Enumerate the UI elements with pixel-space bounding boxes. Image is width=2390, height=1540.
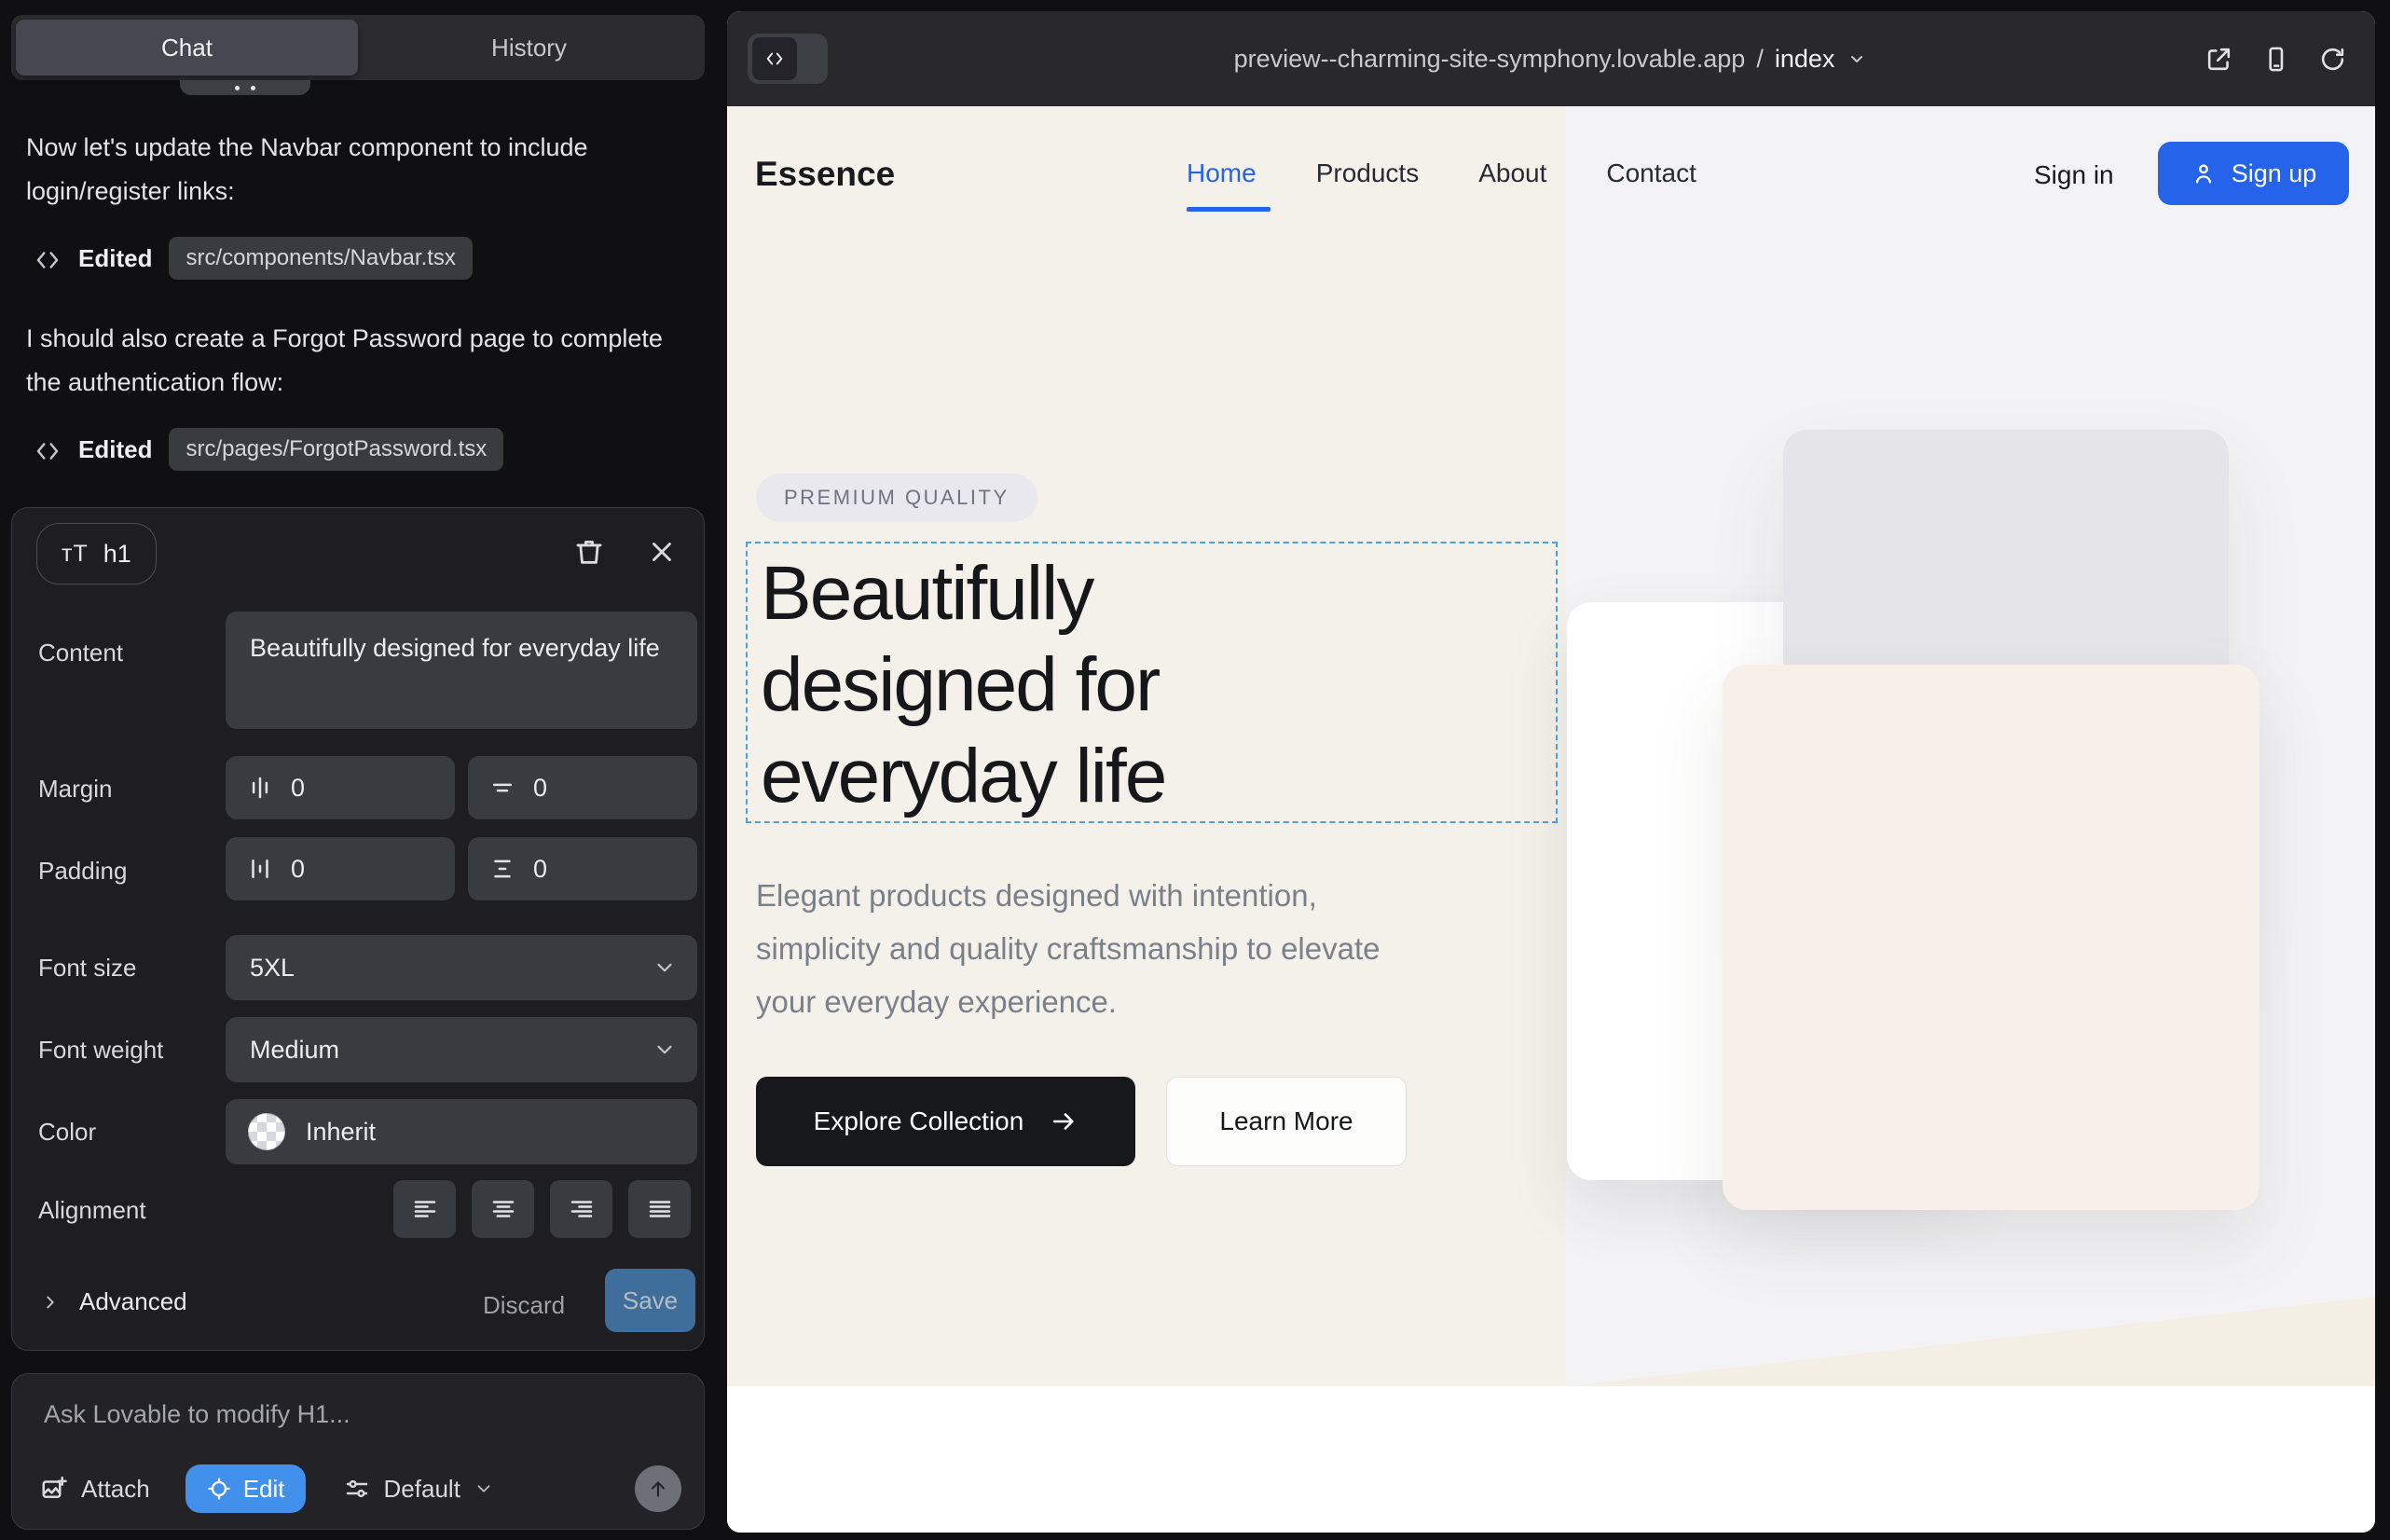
active-nav-underline — [1187, 207, 1271, 212]
composer-toolbar: Attach Edit Default — [40, 1464, 681, 1514]
edited-file-row: Edited src/components/Navbar.tsx — [34, 237, 473, 280]
chevron-right-icon — [40, 1292, 61, 1313]
code-icon — [34, 246, 62, 270]
margin-label: Margin — [38, 775, 112, 804]
align-center-button[interactable] — [472, 1180, 534, 1238]
edit-mode-button[interactable]: Edit — [185, 1464, 306, 1513]
align-justify-button[interactable] — [628, 1180, 691, 1238]
edited-file-chip[interactable]: src/components/Navbar.tsx — [169, 237, 472, 280]
scrolled-chip-partial — [180, 80, 310, 95]
margin-vertical-icon — [488, 774, 516, 802]
close-panel-button[interactable] — [646, 536, 678, 568]
element-tag: h1 — [103, 540, 131, 569]
chat-history-tabs: Chat History — [11, 15, 705, 80]
advanced-toggle[interactable]: Advanced — [40, 1287, 187, 1316]
padding-vertical-input[interactable]: 0 — [468, 837, 697, 901]
align-left-button[interactable] — [393, 1180, 456, 1238]
color-label: Color — [38, 1118, 96, 1147]
nav-link-about[interactable]: About — [1478, 158, 1546, 188]
padding-vertical-icon — [488, 855, 516, 883]
text-type-icon: тT — [62, 541, 89, 568]
preview-window: preview--charming-site-symphony.lovable.… — [727, 11, 2375, 1533]
alignment-buttons — [393, 1180, 691, 1238]
user-icon — [2191, 160, 2217, 186]
mobile-view-icon[interactable] — [2261, 45, 2290, 74]
edited-label: Edited — [78, 435, 152, 464]
content-textarea[interactable]: Beautifully designed for everyday life — [226, 612, 697, 729]
preview-page-name: index — [1775, 45, 1835, 74]
panel-actions — [573, 536, 678, 568]
open-in-new-tab-icon[interactable] — [2205, 45, 2233, 74]
edited-file-chip[interactable]: src/pages/ForgotPassword.tsx — [169, 428, 503, 471]
margin-horizontal-icon — [246, 774, 274, 802]
sign-in-link[interactable]: Sign in — [2034, 160, 2114, 190]
alignment-label: Alignment — [38, 1196, 146, 1225]
margin-vertical-input[interactable]: 0 — [468, 756, 697, 819]
sign-up-button[interactable]: Sign up — [2158, 142, 2349, 205]
element-tag-badge: тT h1 — [36, 523, 157, 584]
lovable-workspace: Chat History Now let's update the Navbar… — [0, 0, 2390, 1540]
site-canvas: Essence Home Products About Contact Sign… — [727, 106, 2375, 1533]
color-swatch-transparent — [248, 1113, 285, 1150]
learn-more-button[interactable]: Learn More — [1166, 1077, 1407, 1166]
attach-button[interactable]: Attach — [40, 1475, 150, 1504]
assistant-message: I should also create a Forgot Password p… — [26, 317, 686, 405]
save-button[interactable]: Save — [605, 1269, 695, 1332]
section-below-hero — [727, 1386, 2375, 1533]
preview-url-dropdown[interactable]: preview--charming-site-symphony.lovable.… — [727, 11, 2375, 106]
padding-horizontal-icon — [246, 855, 274, 883]
align-right-button[interactable] — [550, 1180, 612, 1238]
margin-horizontal-input[interactable]: 0 — [226, 756, 455, 819]
padding-horizontal-input[interactable]: 0 — [226, 837, 455, 901]
assistant-message: Now let's update the Navbar component to… — [26, 126, 686, 213]
hero-description: Elegant products designed with intention… — [756, 869, 1446, 1028]
preview-url: preview--charming-site-symphony.lovable.… — [1234, 45, 1746, 74]
decorative-card-cream — [1723, 665, 2260, 1210]
element-editor-panel: тT h1 Content Beautifully designed for e… — [11, 507, 705, 1351]
nav-link-products[interactable]: Products — [1316, 158, 1420, 188]
arrow-right-icon — [1050, 1107, 1078, 1135]
edited-file-row: Edited src/pages/ForgotPassword.tsx — [34, 428, 503, 471]
font-weight-label: Font weight — [38, 1036, 163, 1065]
font-size-label: Font size — [38, 954, 137, 983]
tab-chat[interactable]: Chat — [16, 20, 358, 76]
send-button[interactable] — [635, 1465, 681, 1512]
preview-toolbar: preview--charming-site-symphony.lovable.… — [727, 11, 2375, 106]
chevron-down-icon — [652, 956, 677, 980]
nav-link-home[interactable]: Home — [1187, 158, 1257, 188]
font-weight-select[interactable]: Medium — [226, 1017, 697, 1082]
preview-toolbar-actions — [2205, 11, 2347, 106]
chat-input[interactable] — [44, 1400, 659, 1429]
code-icon — [34, 437, 62, 461]
site-logo[interactable]: Essence — [755, 155, 895, 194]
font-size-select[interactable]: 5XL — [226, 935, 697, 1000]
hero-heading[interactable]: Beautifully designed for everyday life — [761, 548, 1165, 822]
content-label: Content — [38, 639, 123, 667]
tab-history[interactable]: History — [358, 20, 700, 76]
explore-collection-button[interactable]: Explore Collection — [756, 1077, 1135, 1166]
refresh-icon[interactable] — [2318, 45, 2347, 74]
discard-button[interactable]: Discard — [483, 1291, 565, 1320]
url-separator: / — [1756, 45, 1764, 74]
sliders-icon — [343, 1475, 371, 1503]
delete-element-button[interactable] — [573, 536, 605, 568]
chevron-down-icon — [474, 1478, 494, 1499]
chevron-down-icon — [1846, 48, 1868, 70]
model-default-button[interactable]: Default — [343, 1475, 494, 1504]
site-nav: Home Products About Contact — [1187, 158, 1696, 188]
padding-label: Padding — [38, 857, 127, 886]
color-select[interactable]: Inherit — [226, 1099, 697, 1164]
chevron-down-icon — [652, 1038, 677, 1062]
hero-badge: PREMIUM QUALITY — [756, 474, 1037, 522]
nav-link-contact[interactable]: Contact — [1606, 158, 1696, 188]
edited-label: Edited — [78, 244, 152, 273]
chat-composer: Attach Edit Default — [11, 1373, 705, 1530]
